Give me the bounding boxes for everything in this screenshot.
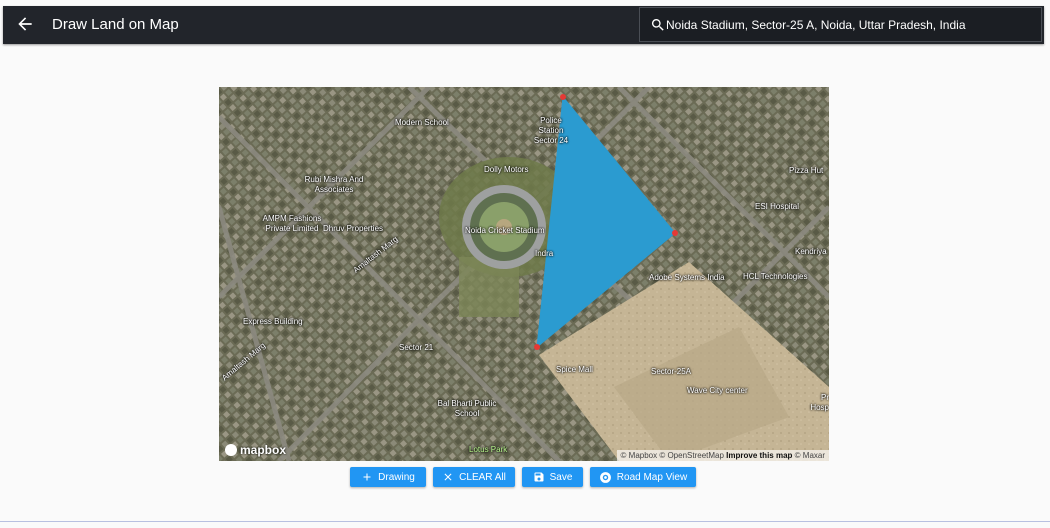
map-label: Rubi Mishra And Associates [304,175,364,194]
page-title: Draw Land on Map [52,16,179,33]
map-label: Noida Cricket Stadium [465,226,545,235]
map-label: Modern School [395,118,449,127]
drawing-button-label: Drawing [378,471,415,483]
map-label: Pr Hosp [810,393,829,412]
polygon-vertex[interactable] [560,94,566,100]
map-label: Police Station Sector 24 [533,116,569,145]
map-label: Bal Bharti Public School [437,399,497,418]
clear-all-button-label: CLEAR All [459,471,506,483]
road-map-view-button-label: Road Map View [616,471,688,483]
road-map-view-button[interactable]: Road Map View [590,467,696,487]
map-view-icon [599,471,611,483]
map-label: ESI Hospital [755,202,800,211]
improve-map-link[interactable]: Improve this map [726,451,792,460]
polygon-vertex[interactable] [672,230,678,236]
plus-icon [363,473,371,481]
app-bar: Draw Land on Map [3,6,1044,44]
attrib-osm-link[interactable]: © OpenStreetMap [659,451,724,460]
map-label: Spice Mall [556,365,593,374]
bottom-divider [0,521,1050,522]
map-attribution: © Mapbox © OpenStreetMap Improve this ma… [616,450,829,461]
map-label: Sector 21 [399,343,434,352]
map-label: Dolly Motors [484,165,529,174]
map-label: Lotus Park [469,445,508,454]
clear-all-button[interactable]: CLEAR All [433,467,515,487]
search-input[interactable] [666,8,1036,41]
attrib-maxar-link[interactable]: © Maxar [795,451,825,460]
satellite-map[interactable]: Modern School Police Station Sector 24 D… [219,87,829,461]
polygon-vertex[interactable] [534,344,540,350]
save-button-label: Save [549,471,573,483]
save-icon [534,472,544,482]
mapbox-logo: mapbox [225,443,286,457]
map-label: Dhruv Properties [323,224,384,233]
map-imagery [219,87,829,461]
map-label: Adobe Systems India [649,273,725,282]
map-label: Express Building [243,317,303,326]
save-button[interactable]: Save [522,467,583,487]
search-box[interactable] [639,7,1042,42]
map-label: Wave City center [687,386,748,395]
drawing-button[interactable]: Drawing [350,467,426,487]
close-icon [444,473,452,481]
map-label: Kendriya [795,247,827,256]
back-arrow-icon[interactable] [15,14,35,34]
attrib-mapbox-link[interactable]: © Mapbox [621,451,658,460]
map-label: Sector-25A [651,367,692,376]
map-label: Pizza Hut [789,166,824,175]
search-icon [651,19,664,31]
map-label: Indra [535,249,554,258]
map-label: AMPM Fashions Private Limited [262,214,322,233]
map-label: HCL Technologies [743,272,808,281]
